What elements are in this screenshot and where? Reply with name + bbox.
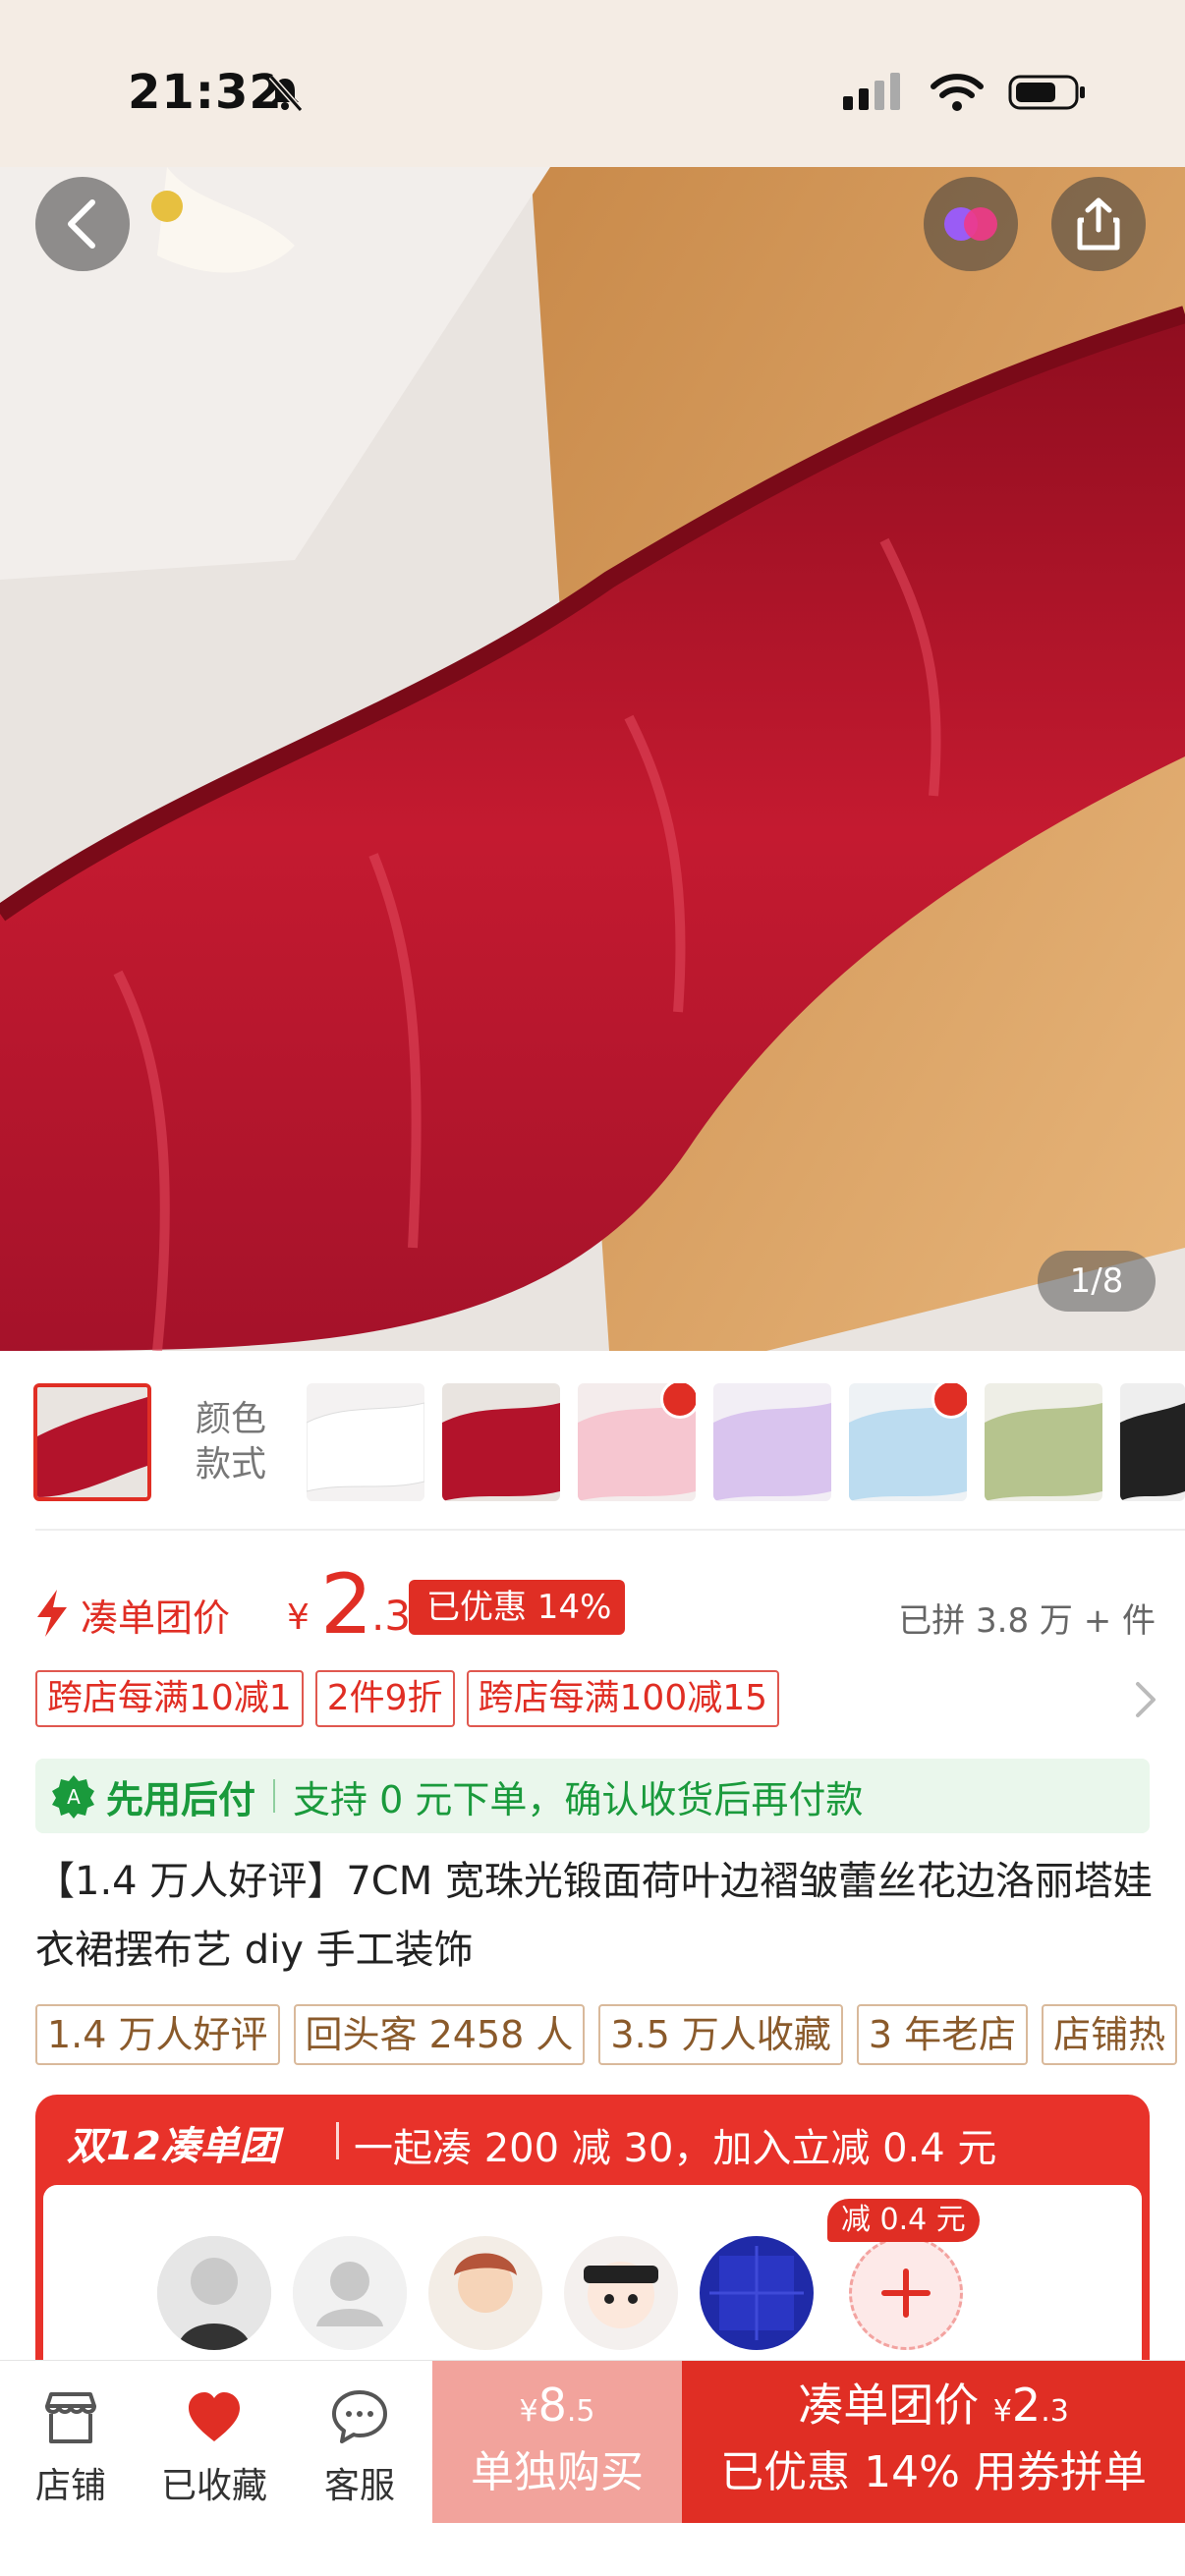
group-price-currency: ¥ [992,2394,1012,2429]
plus-icon [881,2268,931,2318]
store-label: 店铺 [34,2466,106,2506]
single-price-currency: ¥ [519,2394,538,2429]
group-buy-button[interactable]: 凑单团价 ¥2.3 已优惠 14% 用券拼单 [682,2361,1185,2523]
overlap-circles-icon [944,207,997,241]
color-label-line2: 款式 [195,1444,266,1484]
tag-item[interactable]: 1.4 万人好评 [35,2004,280,2065]
price-integer: 2 [320,1556,373,1652]
tag-item[interactable]: 3.5 万人收藏 [598,2004,843,2065]
customer-service-button[interactable]: 客服 [291,2388,428,2508]
silent-bell-icon [268,75,304,112]
chat-icon [332,2390,387,2443]
sold-count: 已拼 3.8 万 + 件 [898,1601,1156,1641]
group-label: 凑单团价 [798,2379,980,2432]
app-switch-button[interactable] [924,177,1018,271]
store-button[interactable]: 店铺 [2,2388,140,2508]
pay-later-icon: A [52,1775,94,1819]
separator [336,2122,339,2159]
coupon-tag[interactable]: 跨店每满100减15 [466,1670,780,1727]
thumbnail-green[interactable] [985,1383,1102,1501]
heart-icon [189,2392,240,2441]
avatar[interactable] [428,2236,542,2350]
status-time: 21:32 [128,65,283,120]
reduce-badge: 减 0.4 元 [827,2199,980,2242]
group-buy-title: 双12凑单团 [67,2124,279,2169]
share-icon [1077,197,1120,251]
divider [35,1529,1185,1531]
battery-icon [1008,75,1085,110]
single-price-decimal: .5 [566,2394,595,2429]
avatar[interactable] [700,2236,814,2350]
group-buy-card[interactable]: 双12凑单团 一起凑 200 减 30，加入立减 0.4 元 减 0.4 元 [35,2095,1150,2401]
separator [273,1779,276,1813]
bottom-action-bar: 店铺 已收藏 客服 ¥8.5 单独购买 凑单团价 ¥2.3 已优惠 14% 用券… [0,2360,1185,2576]
chevron-left-icon [68,199,95,249]
single-price: ¥8.5 [432,2375,682,2442]
image-counter: 1/8 [1038,1251,1156,1312]
group-buy-text: 一起凑 200 减 30，加入立减 0.4 元 [354,2126,997,2171]
product-image [0,167,1185,1351]
buy-single-button[interactable]: ¥8.5 单独购买 [432,2361,682,2523]
price-row: 凑单团价 ¥ 2 .3 已优惠 14% 已拼 3.8 万 + 件 [35,1556,1156,1652]
hot-flame-icon [931,1383,967,1419]
thumbnail-pink[interactable] [578,1383,696,1501]
tag-item[interactable]: 回头客 2458 人 [293,2004,586,2065]
product-tags: 1.4 万人好评 回头客 2458 人 3.5 万人收藏 3 年老店 店铺热 [35,2004,1178,2065]
product-title: 【1.4 万人好评】7CM 宽珠光锻面荷叶边褶皱蕾丝花边洛丽塔娃衣裙摆布艺 di… [35,1859,1153,1973]
thumbnail-black[interactable] [1120,1383,1185,1501]
group-price-decimal: .3 [1041,2394,1069,2429]
tag-item[interactable]: 店铺热 [1042,2004,1178,2065]
color-style-label[interactable]: 颜色 款式 [187,1397,275,1487]
store-icon [45,2392,96,2443]
coupon-tag[interactable]: 跨店每满10减1 [35,1670,304,1727]
discount-badge: 已优惠 14% [409,1580,626,1635]
price-decimal: .3 [371,1592,412,1640]
single-price-integer: 8 [537,2379,567,2432]
thumbnail-1[interactable] [33,1383,151,1501]
share-button[interactable] [1051,177,1146,271]
single-label: 单独购买 [471,2447,644,2497]
lightning-icon [37,1590,67,1637]
price-currency: ¥ [287,1597,310,1638]
avatar[interactable] [293,2236,407,2350]
color-label-line1: 颜色 [195,1399,266,1439]
pay-later-description: 支持 0 元下单，确认收货后再付款 [293,1777,864,1821]
chevron-right-icon[interactable] [1130,1680,1159,1719]
join-group-button[interactable] [849,2236,963,2350]
thumbnail-lilac[interactable] [713,1383,831,1501]
service-label: 客服 [323,2466,395,2506]
avatar[interactable] [157,2236,271,2350]
avatar[interactable] [564,2236,678,2350]
tag-item[interactable]: 3 年老店 [856,2004,1029,2065]
thumbnail-white[interactable] [307,1383,424,1501]
pay-later-title: 先用后付 [106,1777,256,1821]
product-image-carousel[interactable]: 1/8 [0,167,1185,1351]
svg-text:A: A [67,1785,81,1809]
variant-thumbnails: 颜色 款式 [0,1375,1185,1509]
group-price: 凑单团价 ¥2.3 [682,2375,1185,2442]
thumbnail-blue[interactable] [849,1383,967,1501]
thumbnail-red[interactable] [442,1383,560,1501]
price-label: 凑单团价 [81,1596,231,1640]
group-sub-label: 已优惠 14% 用券拼单 [720,2447,1147,2497]
coupon-tag[interactable]: 2件9折 [314,1670,455,1727]
favorite-label: 已收藏 [160,2466,267,2506]
status-indicators [843,73,1087,112]
status-bar: 21:32 [0,0,1185,167]
wifi-icon [931,74,984,111]
hot-flame-icon [660,1383,696,1419]
pay-later-banner[interactable]: A 先用后付 支持 0 元下单，确认收货后再付款 [35,1759,1150,1833]
coupon-list[interactable]: 跨店每满10减1 2件9折 跨店每满100减15 [35,1670,780,1727]
back-button[interactable] [35,177,130,271]
signal-icon [843,73,900,110]
group-price-integer: 2 [1011,2379,1042,2432]
favorite-button[interactable]: 已收藏 [145,2388,283,2508]
